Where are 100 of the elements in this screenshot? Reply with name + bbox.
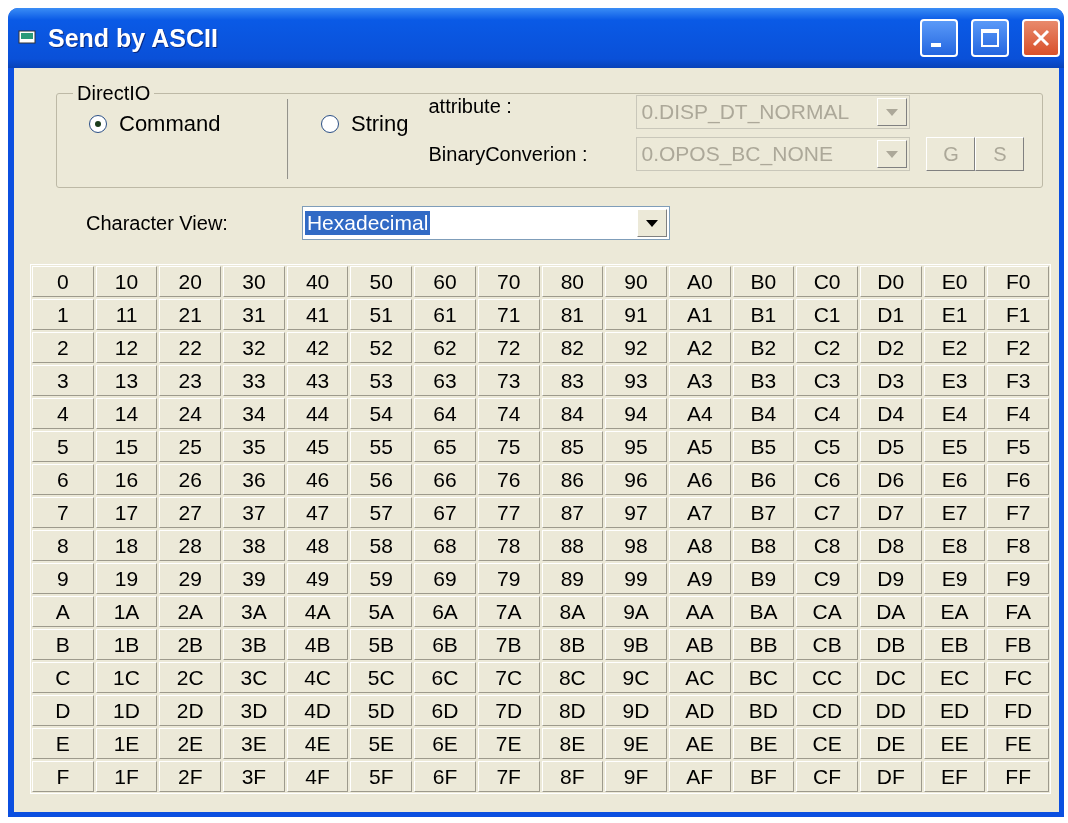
character-button[interactable]: 43 [286,365,349,396]
character-button[interactable]: 57 [350,497,413,528]
character-button[interactable]: E9 [923,563,986,594]
character-button[interactable]: CF [796,761,858,792]
character-button[interactable]: BF [732,761,795,792]
character-button[interactable]: FB [987,629,1049,660]
character-button[interactable]: DA [859,596,922,627]
character-button[interactable]: C8 [796,530,858,561]
character-button[interactable]: AD [668,695,731,726]
character-button[interactable]: B2 [732,332,795,363]
character-button[interactable]: 64 [414,398,476,429]
character-button[interactable]: 3D [223,695,285,726]
character-button[interactable]: 44 [286,398,349,429]
character-button[interactable]: 16 [95,464,158,495]
character-button[interactable]: 25 [159,431,222,462]
character-button[interactable]: 4D [286,695,349,726]
character-button[interactable]: 1E [95,728,158,759]
character-button[interactable]: 66 [414,464,476,495]
character-button[interactable]: E2 [923,332,986,363]
character-button[interactable]: B5 [732,431,795,462]
character-button[interactable]: A0 [668,266,731,297]
character-button[interactable]: 75 [477,431,540,462]
character-button[interactable]: 5E [350,728,413,759]
character-button[interactable]: 87 [541,497,604,528]
character-button[interactable]: 76 [477,464,540,495]
character-button[interactable]: E5 [923,431,986,462]
character-button[interactable]: 9B [605,629,667,660]
character-button[interactable]: 47 [286,497,349,528]
character-button[interactable]: 79 [477,563,540,594]
character-button[interactable]: 7F [477,761,540,792]
character-button[interactable]: 8D [541,695,604,726]
character-button[interactable]: 9C [605,662,667,693]
character-button[interactable]: 7B [477,629,540,660]
character-button[interactable]: 98 [605,530,667,561]
character-button[interactable]: 1A [95,596,158,627]
character-button[interactable]: 3 [32,365,94,396]
character-button[interactable]: F2 [987,332,1049,363]
character-button[interactable]: 73 [477,365,540,396]
character-button[interactable]: 4E [286,728,349,759]
character-button[interactable]: 5B [350,629,413,660]
character-button[interactable]: 8E [541,728,604,759]
character-button[interactable]: DD [859,695,922,726]
character-button[interactable]: C6 [796,464,858,495]
character-button[interactable]: EA [923,596,986,627]
character-button[interactable]: F6 [987,464,1049,495]
character-button[interactable]: D5 [859,431,922,462]
character-button[interactable]: 8A [541,596,604,627]
character-button[interactable]: B8 [732,530,795,561]
character-button[interactable]: 40 [286,266,349,297]
character-button[interactable]: 2A [159,596,222,627]
character-button[interactable]: 96 [605,464,667,495]
character-button[interactable]: 3B [223,629,285,660]
character-button[interactable]: 77 [477,497,540,528]
character-button[interactable]: D2 [859,332,922,363]
character-button[interactable]: 81 [541,299,604,330]
character-button[interactable]: A5 [668,431,731,462]
character-button[interactable]: 69 [414,563,476,594]
character-button[interactable]: F9 [987,563,1049,594]
character-button[interactable]: 61 [414,299,476,330]
character-button[interactable]: E4 [923,398,986,429]
character-button[interactable]: 2F [159,761,222,792]
character-button[interactable]: 85 [541,431,604,462]
character-button[interactable]: 60 [414,266,476,297]
character-button[interactable]: A9 [668,563,731,594]
character-button[interactable]: FF [987,761,1049,792]
character-button[interactable]: 19 [95,563,158,594]
character-button[interactable]: 63 [414,365,476,396]
character-button[interactable]: D6 [859,464,922,495]
character-button[interactable]: 4B [286,629,349,660]
character-button[interactable]: 91 [605,299,667,330]
character-button[interactable]: 97 [605,497,667,528]
character-button[interactable]: CB [796,629,858,660]
character-button[interactable]: F1 [987,299,1049,330]
character-button[interactable]: 54 [350,398,413,429]
character-button[interactable]: 2D [159,695,222,726]
character-button[interactable]: AB [668,629,731,660]
character-button[interactable]: EC [923,662,986,693]
character-button[interactable]: 5D [350,695,413,726]
character-button[interactable]: 6B [414,629,476,660]
character-button[interactable]: A1 [668,299,731,330]
character-button[interactable]: AA [668,596,731,627]
character-button[interactable]: 99 [605,563,667,594]
character-button[interactable]: D0 [859,266,922,297]
character-button[interactable]: 8C [541,662,604,693]
character-button[interactable]: 86 [541,464,604,495]
character-button[interactable]: 4C [286,662,349,693]
character-button[interactable]: CD [796,695,858,726]
character-button[interactable]: F3 [987,365,1049,396]
character-button[interactable]: ED [923,695,986,726]
character-button[interactable]: 18 [95,530,158,561]
character-button[interactable]: A4 [668,398,731,429]
character-button[interactable]: D9 [859,563,922,594]
character-button[interactable]: F4 [987,398,1049,429]
character-button[interactable]: 27 [159,497,222,528]
character-button[interactable]: 93 [605,365,667,396]
character-button[interactable]: 49 [286,563,349,594]
character-button[interactable]: C5 [796,431,858,462]
character-button[interactable]: 9D [605,695,667,726]
character-button[interactable]: B4 [732,398,795,429]
character-button[interactable]: 0 [32,266,94,297]
